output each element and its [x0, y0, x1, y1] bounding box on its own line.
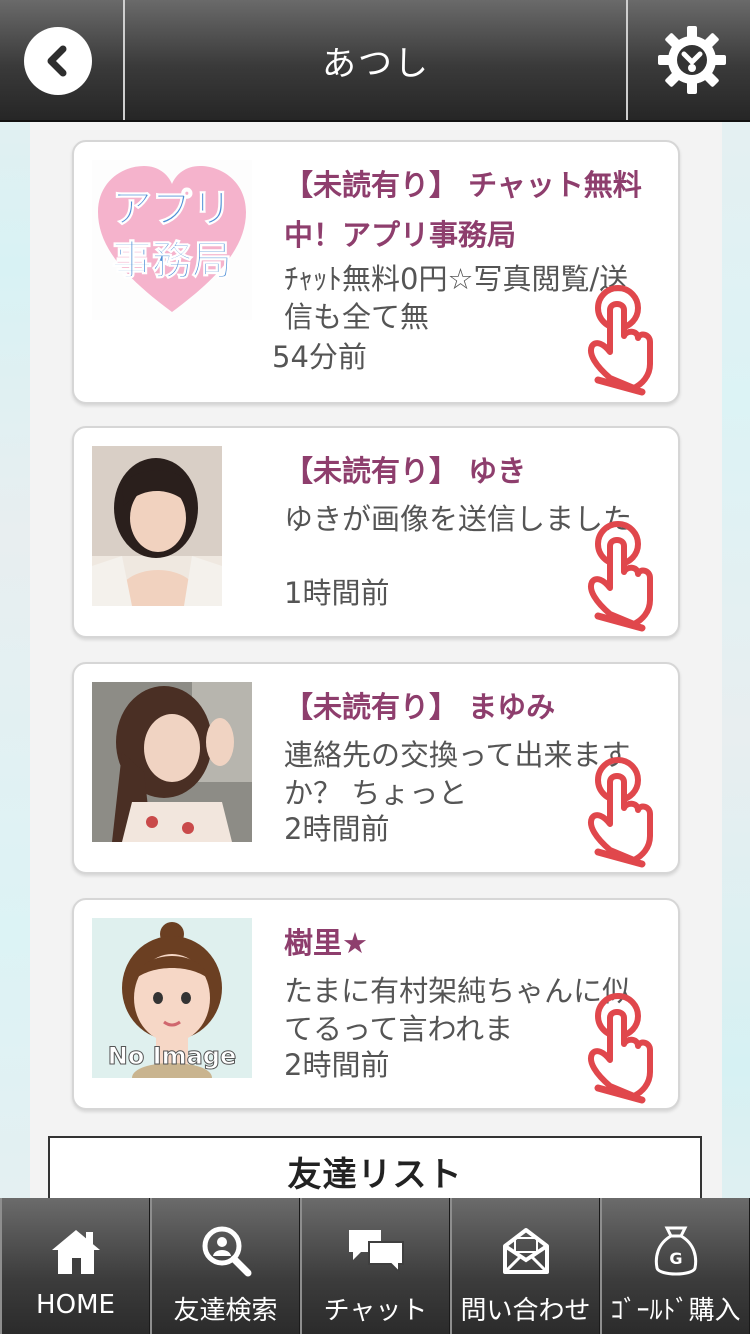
nav-label: ｺﾞｰﾙﾄﾞ購入 [610, 1296, 741, 1326]
bottom-nav: HOME 友達検索 チャット 問い合わせ G ｺﾞｰﾙﾄﾞ購入 [0, 1198, 750, 1334]
tap-finger-icon [588, 757, 653, 868]
svg-text:G: G [669, 1249, 682, 1268]
nav-contact[interactable]: 問い合わせ [450, 1198, 600, 1334]
app-header: あつし [0, 0, 750, 122]
message-time: 2時間前 [284, 812, 390, 846]
nav-label: 問い合わせ [460, 1296, 591, 1326]
mail-icon [502, 1228, 549, 1274]
message-time: 2時間前 [284, 1048, 390, 1082]
nav-label: 友達検索 [173, 1296, 278, 1326]
message-card[interactable]: No Image 樹里★ たまに有村架純ちゃんに似てるって言われま 2時間前 [72, 898, 680, 1110]
header-divider [626, 0, 628, 120]
tap-finger-icon [588, 521, 653, 632]
avatar [92, 446, 222, 622]
message-title: 【未読有り】 ゆき [284, 454, 527, 488]
nav-gold-purchase[interactable]: G ｺﾞｰﾙﾄﾞ購入 [600, 1198, 750, 1334]
message-card[interactable]: 【未読有り】 ゆき ゆきが画像を送信しました 1時間前 [72, 426, 680, 638]
gear-icon [658, 26, 726, 94]
nav-home[interactable]: HOME [0, 1198, 150, 1334]
tap-finger-icon [588, 993, 653, 1104]
message-title: 【未読有り】 チャット無料中！アプリ事務局 [284, 168, 642, 252]
svg-text:アプリ: アプリ [112, 186, 232, 232]
background-decor-left [0, 0, 30, 1334]
svg-text:事務局: 事務局 [112, 238, 232, 284]
message-card[interactable]: アプリ 事務局 【未読有り】 チャット無料中！アプリ事務局 ﾁｬｯﾄ無料0円☆写… [72, 140, 680, 404]
message-time: 54分前 [272, 340, 367, 374]
message-list-panel: アプリ 事務局 【未読有り】 チャット無料中！アプリ事務局 ﾁｬｯﾄ無料0円☆写… [30, 122, 722, 1204]
friend-list-header[interactable]: 友達リスト [48, 1136, 702, 1204]
gold-bag-icon: G [654, 1226, 697, 1276]
avatar: No Image [92, 918, 252, 1082]
settings-button[interactable] [656, 24, 728, 96]
message-title: 樹里★ [284, 926, 368, 960]
chevron-left-icon [47, 45, 67, 77]
nav-friend-search[interactable]: 友達検索 [150, 1198, 300, 1334]
nav-label: HOME [36, 1290, 115, 1320]
chat-bubbles-icon [348, 1230, 404, 1275]
back-button[interactable] [24, 27, 92, 95]
tap-finger-icon [588, 285, 653, 396]
nav-chat[interactable]: チャット [300, 1198, 450, 1334]
message-title: 【未読有り】 まゆみ [284, 690, 556, 724]
home-icon [51, 1230, 100, 1274]
background-decor-right [720, 0, 750, 1334]
message-time: 1時間前 [284, 576, 390, 610]
search-user-icon [202, 1226, 251, 1277]
page-title: あつし [322, 43, 430, 84]
header-divider [123, 0, 125, 120]
avatar: アプリ 事務局 [92, 160, 252, 324]
nav-label: チャット [323, 1296, 428, 1326]
message-card[interactable]: 【未読有り】 まゆみ 連絡先の交換って出来ますか？ ちょっと 2時間前 [72, 662, 680, 874]
no-image-label: No Image [107, 1042, 237, 1071]
avatar [92, 682, 252, 846]
